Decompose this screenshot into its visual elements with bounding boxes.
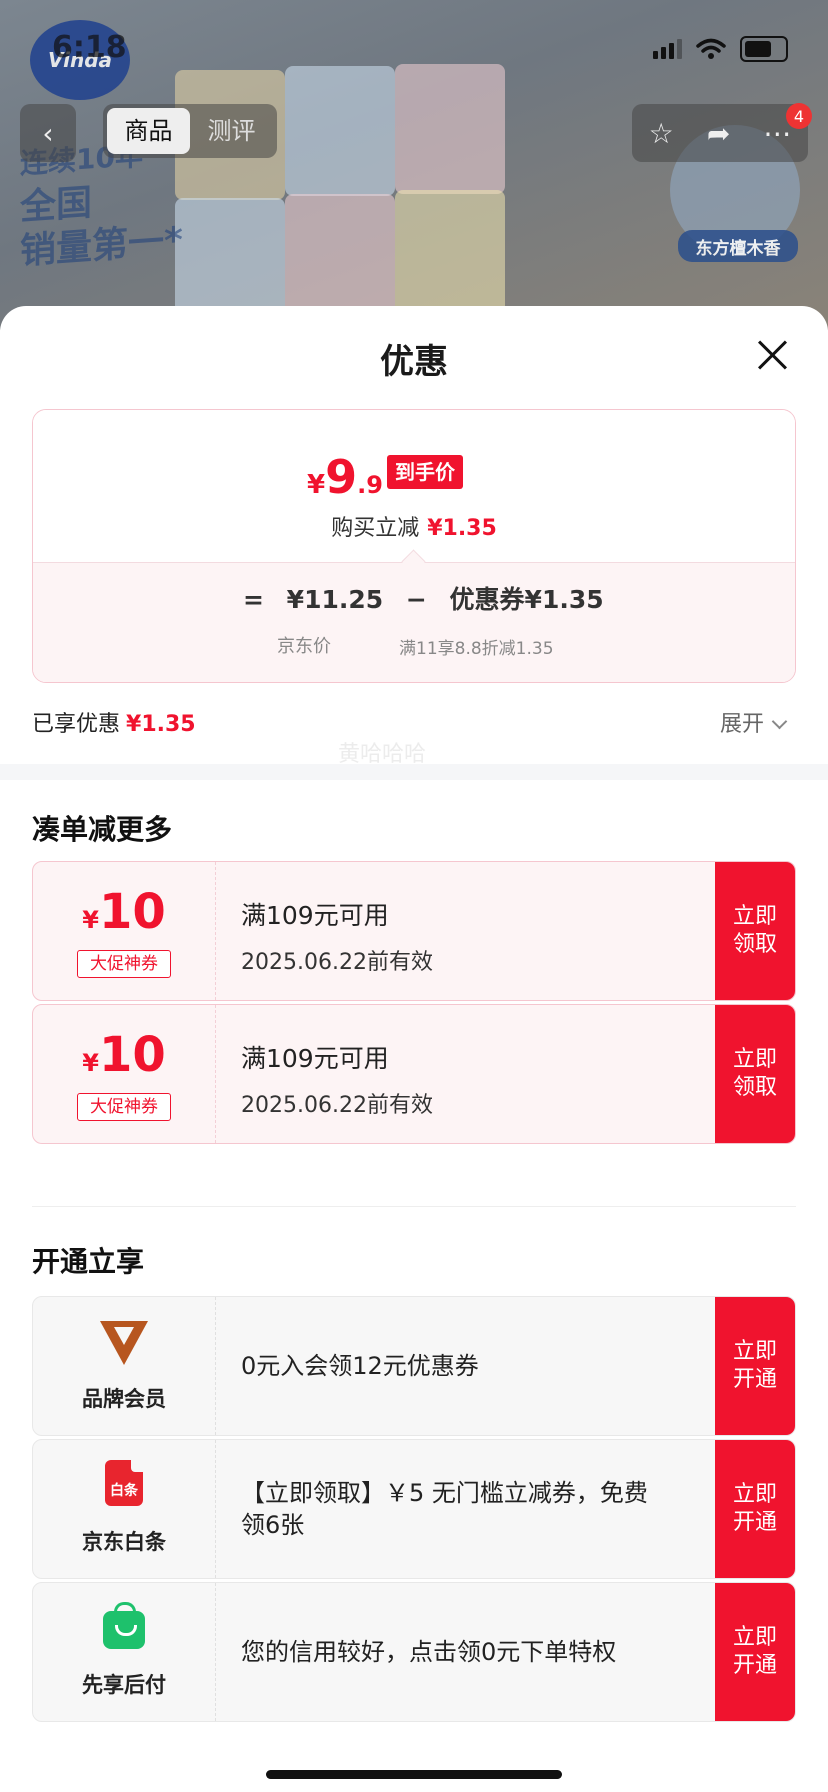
sheet-title: 优惠 (380, 342, 448, 382)
coupon-deduction: 优惠券¥1.35 (449, 585, 604, 614)
coupon-expiry: 2025.06.22前有效 (241, 950, 433, 975)
chevron-down-icon (771, 713, 788, 730)
close-icon[interactable] (752, 334, 792, 374)
watermark: 黄哈哈哈 (338, 742, 427, 767)
privilege-card-pay-later: 先享后付 您的信用较好，点击领0元下单特权 立即开通 (32, 1582, 796, 1722)
coupon-expiry: 2025.06.22前有效 (241, 1093, 433, 1118)
coupon-card: ¥10 大促神券 满109元可用 2025.06.22前有效 立即领取 (32, 861, 796, 1001)
privilege-name: 品牌会员 (82, 1387, 166, 1411)
product-nav-bar: ‹ 商品 测评 ☆ ➦ ⋯ (0, 100, 828, 164)
privilege-description: 您的信用较好，点击领0元下单特权 (241, 1638, 617, 1666)
claim-coupon-button[interactable]: 立即领取 (715, 862, 795, 1000)
expand-button[interactable]: 展开 (720, 706, 788, 738)
open-now-button[interactable]: 立即开通 (715, 1583, 795, 1721)
privilege-name: 京东白条 (82, 1530, 166, 1554)
discount-sheet: 优惠 ¥9.9 到手价 购买立减 ¥1.35 = ¥11.25 − 优惠券¥1.3… (0, 306, 828, 1792)
privilege-icon-area: 白条 京东白条 (33, 1440, 216, 1578)
privilege-description: 【立即领取】￥5 无门槛立减券，免费领6张 (241, 1479, 648, 1539)
coupon-value-area: ¥10 大促神券 (33, 862, 216, 1000)
chevron-left-icon: ‹ (42, 116, 54, 150)
currency-symbol: ¥ (82, 906, 99, 934)
reduce-label: 购买立减 (331, 516, 420, 541)
product-tabs: 商品 测评 (103, 104, 277, 158)
share-icon[interactable]: ➦ (707, 117, 730, 150)
enjoyed-label: 已享优惠 (32, 712, 121, 737)
back-button[interactable]: ‹ (20, 104, 76, 162)
status-bar: 6:18 (0, 0, 828, 100)
coupon-card: ¥10 大促神券 满109元可用 2025.06.22前有效 立即领取 (32, 1004, 796, 1144)
product-page-background: Vinda 连续10年 全国 销量第一* 东方檀木香 6:18 ‹ 商品 测评 … (0, 0, 828, 330)
expand-label: 展开 (720, 712, 765, 737)
privilege-card-brand-member: 品牌会员 0元入会领12元优惠券 立即开通 (32, 1296, 796, 1436)
final-price: ¥9.9 (307, 450, 383, 504)
wifi-icon (696, 38, 726, 59)
product-tile (395, 190, 505, 320)
jd-price: ¥11.25 (286, 585, 384, 614)
jd-price-label: 京东价 (277, 636, 331, 657)
coupon-condition: 满109元可用 (241, 901, 389, 930)
coupon-amount-value: 10 (98, 884, 166, 940)
brand-member-icon (100, 1321, 148, 1367)
price-calculation: = ¥11.25 − 优惠券¥1.35 (243, 580, 618, 616)
tab-product[interactable]: 商品 (107, 108, 190, 154)
pay-later-icon (103, 1602, 149, 1649)
privilege-name: 先享后付 (82, 1673, 166, 1697)
open-now-button[interactable]: 立即开通 (715, 1440, 795, 1578)
product-actions: ☆ ➦ ⋯ (632, 104, 808, 162)
privilege-card-baitiao: 白条 京东白条 【立即领取】￥5 无门槛立减券，免费领6张 立即开通 (32, 1439, 796, 1579)
currency-symbol: ¥ (82, 1049, 99, 1077)
home-indicator[interactable] (266, 1770, 562, 1779)
fragrance-badge-label: 东方檀木香 (678, 230, 798, 262)
reduce-amount: ¥1.35 (427, 516, 497, 541)
status-time: 6:18 (52, 30, 127, 65)
open-now-button[interactable]: 立即开通 (715, 1297, 795, 1435)
divider (32, 1206, 796, 1207)
coupon-condition: 满109元可用 (241, 1044, 389, 1073)
enjoyed-discount: 已享优惠 ¥1.35 (32, 706, 196, 738)
coupon-tag: 大促神券 (77, 950, 171, 978)
cellular-signal-icon (653, 39, 682, 59)
tab-review[interactable]: 测评 (190, 108, 273, 154)
bundle-section-title: 凑单减更多 (32, 813, 173, 846)
price-decimal: .9 (357, 471, 383, 499)
coupon-tag: 大促神券 (77, 1093, 171, 1121)
equals-sign: = (243, 585, 264, 614)
battery-icon (740, 36, 788, 62)
price-integer: 9 (325, 450, 358, 504)
privilege-description: 0元入会领12元优惠券 (241, 1352, 479, 1380)
coupon-rule-label: 满11享8.8折减1.35 (399, 639, 554, 659)
price-breakdown-card: ¥9.9 到手价 购买立减 ¥1.35 = ¥11.25 − 优惠券¥1.35 京… (32, 409, 796, 683)
coupon-amount-value: 10 (98, 1027, 166, 1083)
minus-sign: − (405, 585, 427, 614)
baitiao-icon-text: 白条 (110, 1483, 138, 1499)
open-section-title: 开通立享 (32, 1245, 145, 1278)
instant-reduction: 购买立减 ¥1.35 (33, 510, 795, 542)
privilege-icon-area: 先享后付 (33, 1583, 216, 1721)
currency-symbol: ¥ (307, 470, 326, 500)
privilege-icon-area: 品牌会员 (33, 1297, 216, 1435)
coupon-value-area: ¥10 大促神券 (33, 1005, 216, 1143)
coupon-amount: ¥10 (33, 884, 215, 940)
claim-coupon-button[interactable]: 立即领取 (715, 1005, 795, 1143)
notification-badge: 4 (786, 103, 812, 129)
coupon-amount: ¥10 (33, 1027, 215, 1083)
enjoyed-amount: ¥1.35 (126, 712, 196, 737)
product-tile (285, 194, 395, 324)
star-icon[interactable]: ☆ (649, 117, 674, 150)
baitiao-icon: 白条 (105, 1460, 151, 1506)
status-icons (653, 36, 788, 62)
final-price-tag: 到手价 (387, 455, 463, 489)
